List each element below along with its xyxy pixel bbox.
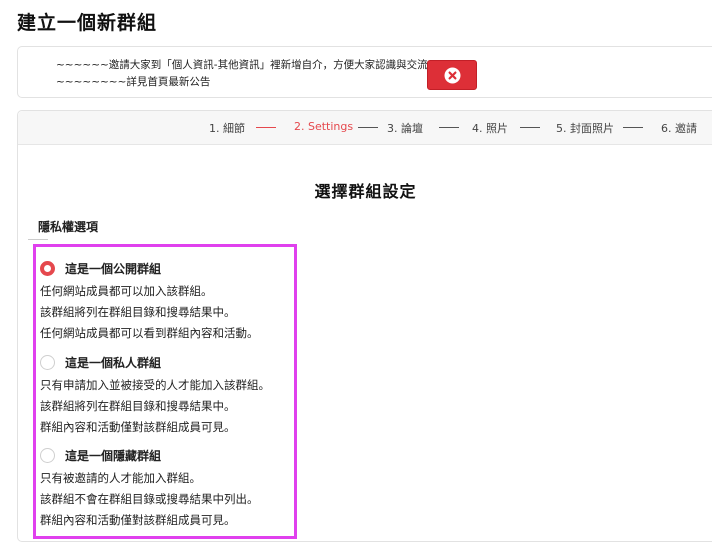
step-details[interactable]: 1. 細節: [209, 120, 245, 136]
privacy-option-public: 這是一個公開群組 任何網站成員都可以加入該群組。 該群組將列在群組目錄和搜尋結果…: [40, 259, 290, 344]
hidden-radio-row[interactable]: 這是一個隱藏群組: [40, 446, 290, 464]
description-line: 群組內容和活動僅對該群組成員可見。: [40, 420, 236, 434]
notice-line-2: ~~~~~~~~詳見首頁最新公告: [56, 76, 211, 88]
privacy-option-hidden: 這是一個隱藏群組 只有被邀請的人才能加入群組。 該群組不會在群組目錄或搜尋結果中…: [40, 446, 290, 531]
step-separator: [623, 127, 643, 128]
section-title: 選擇群組設定: [314, 182, 417, 201]
privacy-options: 這是一個公開群組 任何網站成員都可以加入該群組。 該群組將列在群組目錄和搜尋結果…: [33, 244, 297, 539]
option-title: 這是一個公開群組: [65, 261, 162, 276]
option-description: 只有被邀請的人才能加入群組。 該群組不會在群組目錄或搜尋結果中列出。 群組內容和…: [40, 468, 290, 531]
option-description: 任何網站成員都可以加入該群組。 該群組將列在群組目錄和搜尋結果中。 任何網站成員…: [40, 281, 290, 344]
description-line: 該群組將列在群組目錄和搜尋結果中。: [40, 399, 236, 413]
description-line: 任何網站成員都可以看到群組內容和活動。: [40, 326, 259, 340]
public-radio-row[interactable]: 這是一個公開群組: [40, 259, 290, 277]
option-title: 這是一個隱藏群組: [65, 448, 162, 463]
step-settings[interactable]: 2. Settings: [294, 120, 353, 133]
private-radio[interactable]: [40, 354, 55, 370]
step-separator: [256, 127, 276, 128]
step-separator: [439, 127, 459, 128]
step-forum[interactable]: 3. 論壇: [387, 120, 423, 136]
description-line: 群組內容和活動僅對該群組成員可見。: [40, 513, 236, 527]
step-photos[interactable]: 4. 照片: [472, 120, 508, 136]
close-circle-icon: [444, 67, 460, 83]
hidden-radio[interactable]: [40, 447, 55, 463]
group-wizard: 1. 細節 2. Settings 3. 論壇 4. 照片 5. 封面照片 6.…: [17, 110, 712, 542]
privacy-heading: 隱私權選項: [38, 220, 99, 234]
page-title: 建立一個新群組: [17, 12, 158, 34]
description-line: 該群組不會在群組目錄或搜尋結果中列出。: [40, 492, 259, 506]
step-separator: [358, 127, 378, 128]
option-description: 只有申請加入並被接受的人才能加入該群組。 該群組將列在群組目錄和搜尋結果中。 群…: [40, 375, 290, 438]
wizard-steps: 1. 細節 2. Settings 3. 論壇 4. 照片 5. 封面照片 6.…: [18, 111, 712, 145]
step-separator: [520, 127, 540, 128]
notice-close-button[interactable]: [427, 60, 477, 90]
description-line: 該群組將列在群組目錄和搜尋結果中。: [40, 305, 236, 319]
description-line: 只有被邀請的人才能加入群組。: [40, 471, 201, 485]
description-line: 只有申請加入並被接受的人才能加入該群組。: [40, 378, 270, 392]
option-title: 這是一個私人群組: [65, 355, 162, 370]
divider: [28, 239, 48, 240]
notice-banner: ~~~~~~邀請大家到「個人資訊-其他資訊」裡新增自介，方便大家認識與交流 ~~…: [17, 46, 712, 98]
public-radio[interactable]: [40, 260, 55, 276]
step-cover-photo[interactable]: 5. 封面照片: [556, 120, 614, 136]
privacy-option-private: 這是一個私人群組 只有申請加入並被接受的人才能加入該群組。 該群組將列在群組目錄…: [40, 353, 290, 438]
private-radio-row[interactable]: 這是一個私人群組: [40, 353, 290, 371]
description-line: 任何網站成員都可以加入該群組。: [40, 284, 213, 298]
step-invite[interactable]: 6. 邀請: [661, 120, 697, 136]
notice-line-1: ~~~~~~邀請大家到「個人資訊-其他資訊」裡新增自介，方便大家認識與交流: [56, 59, 428, 71]
